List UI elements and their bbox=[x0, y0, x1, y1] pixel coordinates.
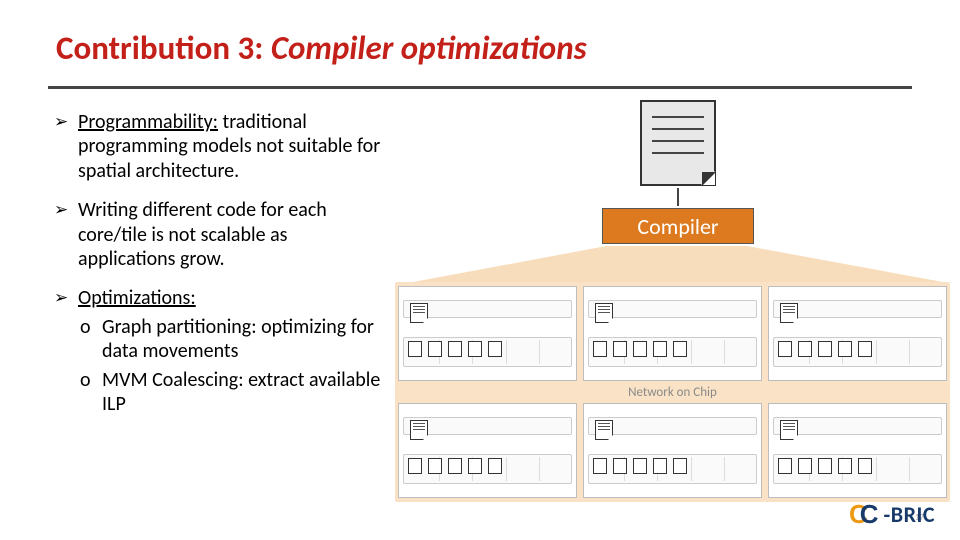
document-icon bbox=[633, 341, 647, 357]
document-icon bbox=[613, 341, 627, 357]
bullet-item: ➢ Programmability: traditional programmi… bbox=[54, 110, 384, 183]
tile bbox=[768, 286, 947, 381]
document-icon bbox=[448, 458, 462, 474]
core-row bbox=[403, 337, 572, 367]
document-icon bbox=[778, 458, 792, 474]
shared-memory-block bbox=[773, 300, 942, 318]
connector-line bbox=[677, 188, 679, 206]
bullet-item: ➢ Writing different code for each core/t… bbox=[54, 198, 384, 271]
document-icon bbox=[858, 458, 872, 474]
document-icon bbox=[673, 341, 687, 357]
shared-memory-block bbox=[588, 300, 757, 318]
fan-out-shape bbox=[413, 246, 943, 282]
document-icon bbox=[408, 458, 422, 474]
document-icon bbox=[838, 458, 852, 474]
shared-memory-block bbox=[773, 417, 942, 435]
bullet-body: Writing different code for each core/til… bbox=[78, 198, 327, 271]
logo-text: -BRIC bbox=[884, 501, 935, 528]
shared-memory-block bbox=[403, 300, 572, 318]
circle-icon: o bbox=[80, 368, 91, 392]
document-icon bbox=[488, 341, 502, 357]
chip-grid: Network on Chip bbox=[395, 282, 950, 502]
document-icon bbox=[428, 458, 442, 474]
sub-bullet-text: MVM Coalescing: extract available ILP bbox=[102, 368, 380, 416]
document-icon bbox=[818, 341, 832, 357]
title-rule bbox=[48, 86, 912, 89]
shared-memory-block bbox=[403, 417, 572, 435]
document-icon bbox=[653, 458, 667, 474]
document-icon bbox=[595, 303, 613, 323]
document-icon bbox=[640, 100, 716, 186]
core-row bbox=[773, 337, 942, 367]
compiler-label: Compiler bbox=[637, 213, 718, 240]
document-icon bbox=[428, 341, 442, 357]
document-icon bbox=[838, 341, 852, 357]
noc-label: Network on Chip bbox=[398, 385, 947, 399]
sub-bullet-text: Graph partitioning: optimizing for data … bbox=[102, 315, 374, 363]
document-icon bbox=[613, 458, 627, 474]
document-icon bbox=[858, 341, 872, 357]
bullet-list: ➢ Programmability: traditional programmi… bbox=[54, 110, 384, 431]
shared-memory-block bbox=[588, 417, 757, 435]
document-icon bbox=[410, 420, 428, 440]
tile bbox=[768, 403, 947, 498]
document-icon bbox=[468, 341, 482, 357]
document-icon bbox=[593, 458, 607, 474]
chevron-right-icon: ➢ bbox=[54, 288, 68, 309]
bullet-heading: Programmability: bbox=[78, 110, 218, 134]
core-row bbox=[588, 454, 757, 484]
slide-title: Contribution 3: Compiler optimizations bbox=[56, 28, 587, 68]
document-icon bbox=[408, 341, 422, 357]
logo-c-inner: C bbox=[860, 499, 879, 530]
core-row bbox=[773, 454, 942, 484]
sub-bullet: o Graph partitioning: optimizing for dat… bbox=[80, 315, 384, 364]
chevron-right-icon: ➢ bbox=[54, 112, 68, 133]
diagram-pane: Compiler bbox=[395, 100, 950, 500]
compiler-box: Compiler bbox=[602, 208, 754, 244]
document-icon bbox=[595, 420, 613, 440]
core-row bbox=[588, 337, 757, 367]
tile bbox=[398, 403, 577, 498]
document-icon bbox=[818, 458, 832, 474]
document-icon bbox=[798, 458, 812, 474]
document-icon bbox=[780, 303, 798, 323]
document-icon bbox=[798, 341, 812, 357]
tile bbox=[583, 286, 762, 381]
document-icon bbox=[410, 303, 428, 323]
document-icon bbox=[468, 458, 482, 474]
tile bbox=[583, 403, 762, 498]
title-italic: Compiler optimizations bbox=[271, 28, 587, 68]
document-icon bbox=[653, 341, 667, 357]
document-icon bbox=[780, 420, 798, 440]
title-plain: Contribution 3: bbox=[56, 28, 263, 68]
cbric-logo: C C -BRIC bbox=[849, 499, 935, 530]
document-icon bbox=[673, 458, 687, 474]
document-icon bbox=[593, 341, 607, 357]
document-icon bbox=[488, 458, 502, 474]
core-row bbox=[403, 454, 572, 484]
document-icon bbox=[448, 341, 462, 357]
bullet-item: ➢ Optimizations: o Graph partitioning: o… bbox=[54, 286, 384, 416]
sub-bullet: o MVM Coalescing: extract available ILP bbox=[80, 368, 384, 417]
chevron-right-icon: ➢ bbox=[54, 200, 68, 221]
tile bbox=[398, 286, 577, 381]
document-icon bbox=[778, 341, 792, 357]
document-icon bbox=[633, 458, 647, 474]
circle-icon: o bbox=[80, 315, 91, 339]
bullet-heading: Optimizations: bbox=[78, 286, 196, 310]
